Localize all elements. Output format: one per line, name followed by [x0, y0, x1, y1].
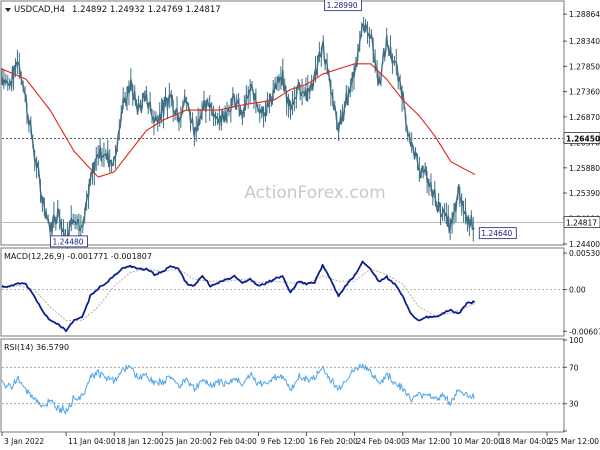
- time-tick-label: 25 Mar 12:00: [549, 437, 599, 446]
- ohlc-values: 1.24892 1.24932 1.24769 1.24817: [72, 5, 221, 15]
- time-tick-label: 3 Jan 2022: [4, 437, 44, 446]
- time-tick-label: 2 Feb 04:00: [212, 437, 257, 446]
- macd-label: MACD(12,26,9) -0.001771 -0.001807: [4, 252, 152, 261]
- time-tick-label: 24 Feb 04:00: [357, 437, 406, 446]
- watermark: ActionForex.com: [244, 183, 385, 203]
- level-label: 1.26450: [566, 134, 600, 143]
- time-tick-label: 18 Jan 12:00: [116, 437, 164, 446]
- price-tick-label: 1.26870: [569, 113, 600, 122]
- price-annotation-label: 1.24640: [481, 229, 512, 238]
- rsi-label: RSI(14) 36.5790: [4, 343, 69, 352]
- rsi-tick-label: 70: [569, 363, 579, 372]
- rsi-tick-label: 100: [569, 336, 584, 345]
- price-tick-label: 1.27360: [569, 88, 600, 97]
- time-tick-label: 25 Jan 20:00: [164, 437, 212, 446]
- time-axis: 3 Jan 2022 11 Jan 04:00 18 Jan 12:00 25 Jan…: [1, 432, 599, 446]
- price-tick-label: 1.25880: [569, 164, 600, 173]
- time-tick-label: 3 Mar 12:00: [405, 437, 451, 446]
- symbol-label: USDCAD,H4: [14, 5, 65, 15]
- price-tick-label: 1.25390: [569, 189, 600, 198]
- rsi-panel-frame: [0, 338, 565, 433]
- forex-chart[interactable]: ActionForex.com USDCAD,H4 1.24892 1.2493…: [0, 0, 600, 450]
- price-panel-header: USDCAD,H4 1.24892 1.24932 1.24769 1.2481…: [5, 5, 221, 15]
- time-tick-label: 11 Jan 04:00: [68, 437, 116, 446]
- price-tick-label: 1.27850: [569, 62, 600, 71]
- current-price-label: 1.24817: [566, 219, 597, 228]
- time-tick-label: 16 Feb 20:00: [309, 437, 358, 446]
- time-tick-label: 9 Feb 12:00: [260, 437, 305, 446]
- price-tick-label: 1.28340: [569, 37, 600, 46]
- time-tick-label: 10 Mar 20:00: [453, 437, 503, 446]
- time-tick-label: 18 Mar 04:00: [501, 437, 551, 446]
- price-tick-label: 1.28864: [569, 10, 600, 19]
- price-annotation-label: 1.28990: [327, 1, 358, 10]
- price-axis: 1.288641.283401.278501.273601.268701.263…: [563, 10, 600, 249]
- macd-tick-label: 0.005307: [569, 249, 600, 258]
- price-tick-label: 1.24400: [569, 240, 600, 249]
- macd-tick-label: 0.00: [569, 286, 586, 295]
- price-annotation-label: 1.24480: [53, 237, 84, 246]
- rsi-tick-label: 30: [569, 400, 579, 409]
- macd-panel-frame: [0, 247, 565, 337]
